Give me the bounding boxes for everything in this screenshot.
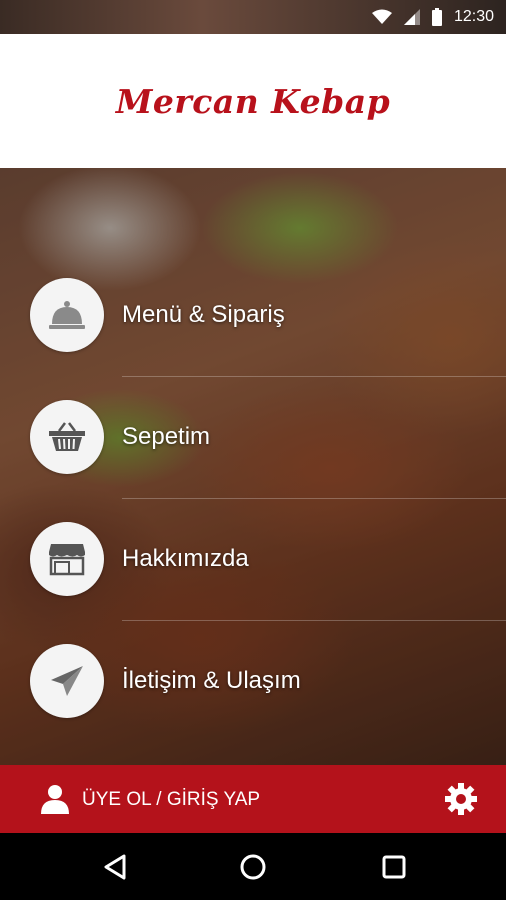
clock: 12:30: [453, 8, 494, 25]
wifi-icon: [371, 9, 392, 24]
login-register-link[interactable]: ÜYE OL / GİRİŞ YAP: [82, 789, 260, 811]
menu-item-label: Menü & Sipariş: [122, 301, 285, 328]
menu-item-contact[interactable]: İletişim & Ulaşım: [0, 620, 506, 742]
user-icon[interactable]: [38, 782, 72, 821]
menu-item-cart[interactable]: Sepetim: [0, 376, 506, 498]
cloche-icon: [49, 301, 85, 329]
menu-item-icon-circle: [30, 522, 104, 596]
menu-item-icon-circle: [30, 644, 104, 718]
app-header: Mercan Kebap: [0, 34, 506, 168]
menu-item-about[interactable]: Hakkımızda: [0, 498, 506, 620]
menu-item-label: Hakkımızda: [122, 545, 249, 572]
cell-signal-icon: [403, 9, 420, 25]
menu-item-label: Sepetim: [122, 423, 211, 450]
brand-logo-text: Mercan Kebap: [115, 81, 391, 121]
home-icon[interactable]: [237, 851, 269, 883]
basket-icon: [49, 422, 85, 451]
menu-item-icon-circle: [30, 278, 104, 352]
menu-item-menu-order[interactable]: Menü & Sipariş: [0, 254, 506, 376]
menu-item-label: İletişim & Ulaşım: [122, 667, 301, 694]
battery-icon: [431, 8, 442, 26]
menu-item-icon-circle: [30, 400, 104, 474]
status-bar: 12:30: [0, 0, 506, 34]
account-bar: ÜYE OL / GİRİŞ YAP: [0, 765, 506, 833]
status-icons: 12:30: [371, 6, 494, 28]
paper-plane-icon: [51, 666, 83, 696]
storefront-icon: [49, 544, 85, 576]
recents-icon[interactable]: [378, 851, 410, 883]
settings-gear-icon[interactable]: [444, 782, 478, 821]
back-icon[interactable]: [99, 851, 131, 883]
system-nav-bar: [0, 833, 506, 900]
